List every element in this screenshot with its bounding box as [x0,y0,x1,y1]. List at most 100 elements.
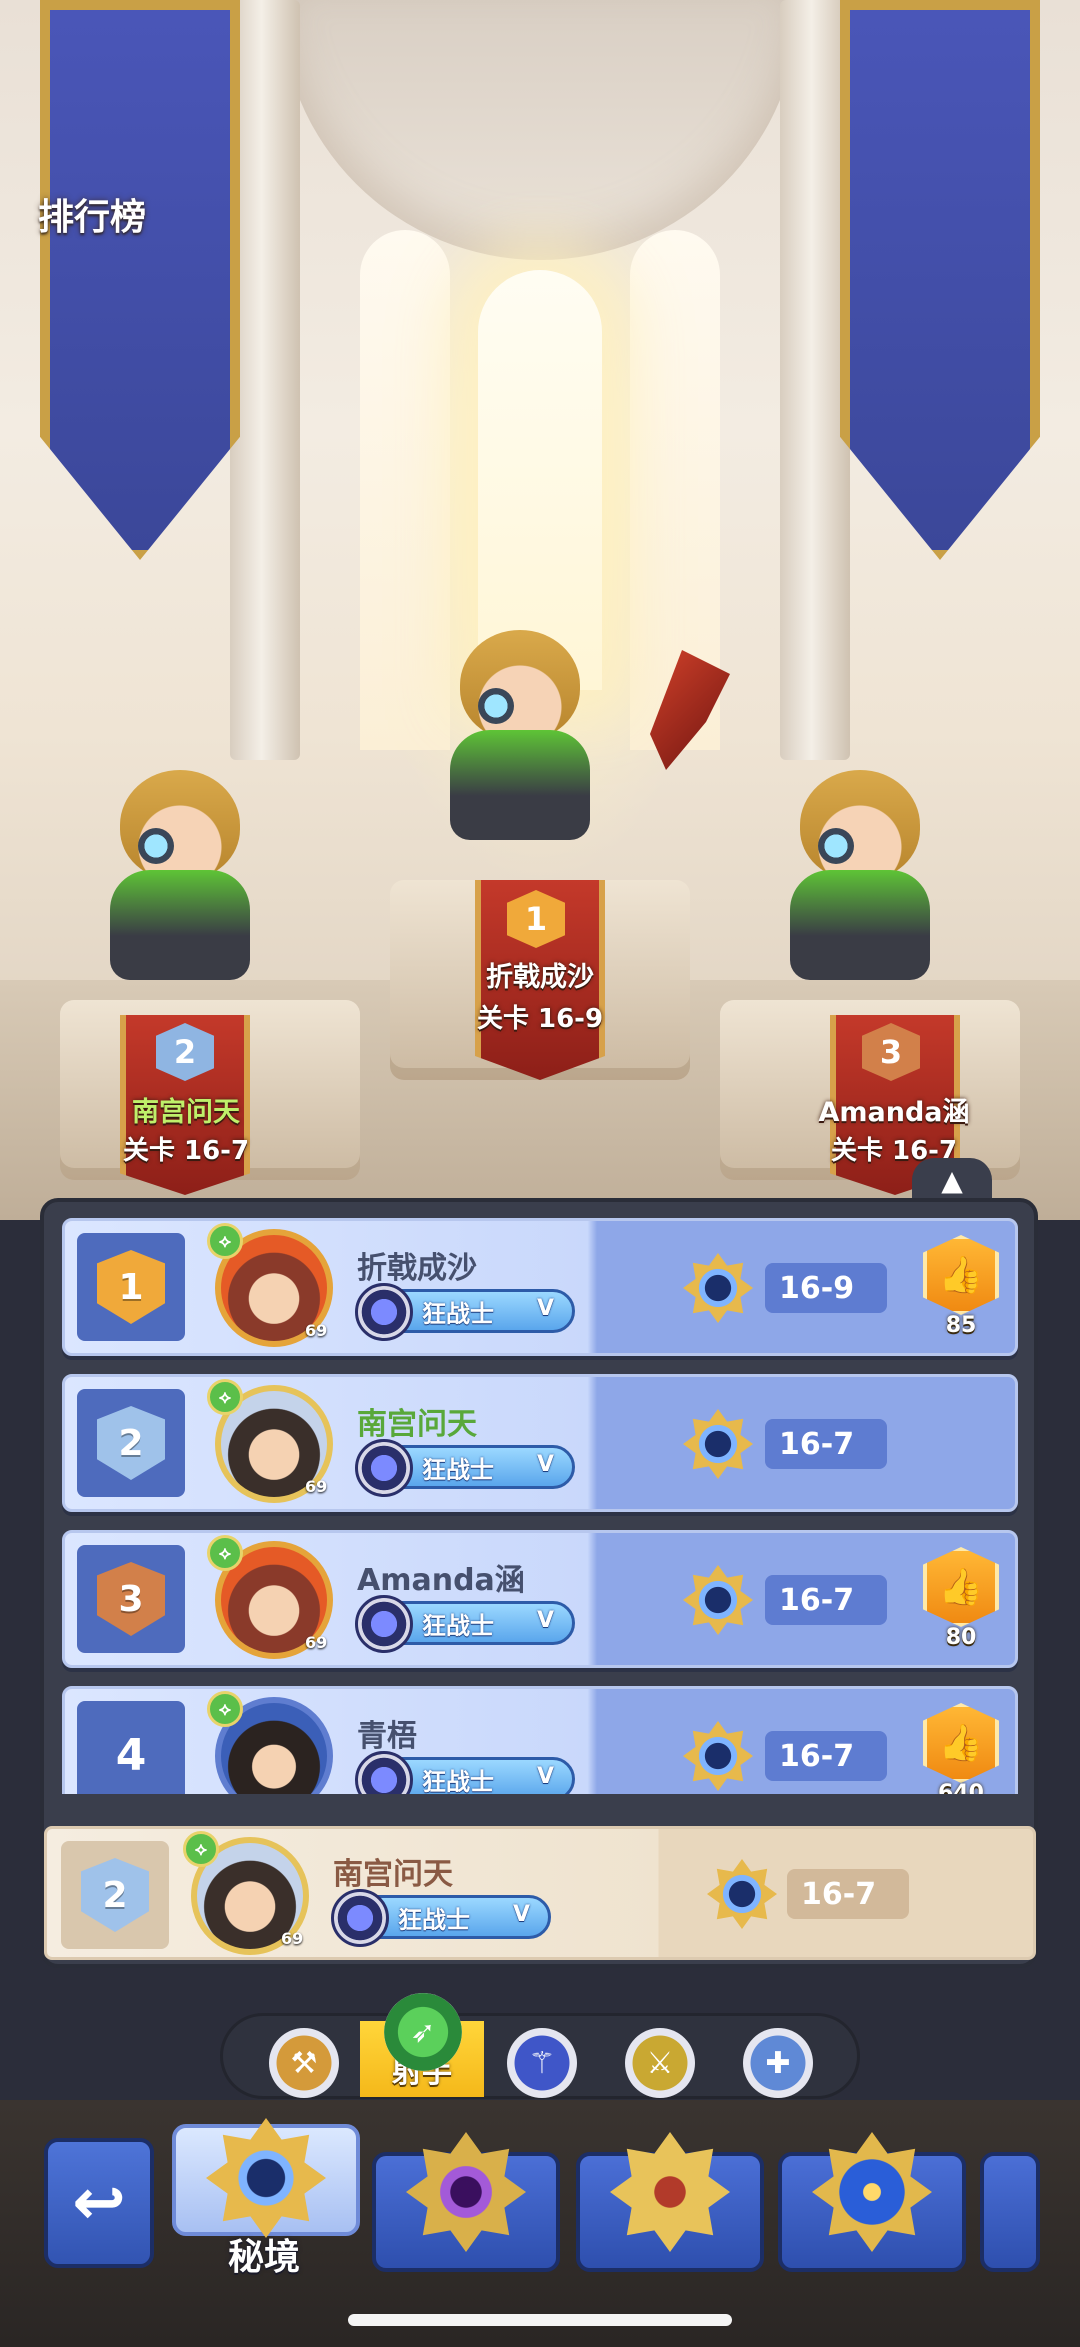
podium-name-second: 南宫问天 [132,1097,240,1128]
mode-tab-compass[interactable] [778,2132,966,2272]
right-banner [840,0,1040,560]
stage-value: 16-9 [765,1263,887,1313]
table-row[interactable]: 3 ⟡ 69 Amanda涵 狂战士 V 16-7 👍 80 [62,1530,1018,1668]
secret-realm-icon [683,1253,753,1323]
beast-crest-icon [355,1283,413,1341]
crown-emblem-icon [610,2132,730,2252]
chevron-up-icon: ▲ [941,1163,963,1197]
class-label: 狂战士 [422,1767,494,1795]
hero-second[interactable] [80,770,280,1000]
class-filter-bar: ⚒ ⚚ ⚔ ✚ [220,2013,860,2099]
rank-box: 2 [61,1841,169,1949]
class-label: 狂战士 [422,1455,494,1484]
bow-class-icon: ⟡ [183,1831,219,1867]
hero-body [110,870,250,980]
bow-class-icon: ⟡ [207,1379,243,1415]
rank-badge: 2 [97,1406,165,1480]
like-button[interactable]: 👍 [923,1547,999,1627]
table-row[interactable]: 4 ⟡ 青梧 狂战士 V 16-7 👍 640 [62,1686,1018,1794]
like-count: 640 [938,1781,984,1794]
bow-icon[interactable]: ➶ [384,1993,462,2071]
cross-icon[interactable]: ✚ [743,2028,813,2098]
sword-icon[interactable]: ⚔ [625,2028,695,2098]
pillar [780,0,850,760]
secret-realm-icon [707,1859,777,1929]
compass-emblem-icon [812,2132,932,2252]
like-count: 85 [945,1313,977,1338]
player-level: 69 [305,1633,328,1652]
thumbs-up-icon: 👍 [938,1723,984,1764]
like-button[interactable]: 👍 [923,1703,999,1783]
player-name: 南宫问天 [333,1857,453,1892]
beast-crest-icon [331,1889,389,1947]
player-level: 69 [305,1321,328,1340]
mode-tab-purple-gem[interactable] [372,2132,560,2272]
hero-head [460,630,580,740]
hero-first[interactable] [420,630,730,860]
stage-value: 16-7 [787,1869,909,1919]
page-title: 排行榜 [38,197,147,238]
secret-realm-icon [683,1721,753,1791]
hero-head [800,770,920,880]
rank-box: 1 [77,1233,185,1341]
rank-badge: 2 [81,1858,149,1932]
mode-tab-partial[interactable] [980,2152,1040,2272]
mode-tab-secret-realm[interactable] [172,2118,360,2238]
player-level: 69 [305,1477,328,1496]
like-button[interactable]: 👍 [923,1235,999,1315]
stage-value: 16-7 [765,1731,887,1781]
home-indicator [348,2314,732,2326]
class-tier: V [512,1902,530,1927]
mode-tab-crown[interactable] [576,2132,764,2272]
podium-scene: 1 折戟成沙 关卡 16-9 2 南宫问天 关卡 16-7 3 Amanda涵 … [0,0,1080,1220]
rank-badge: 1 [97,1250,165,1324]
podium-stage-first: 关卡 16-9 [476,1004,604,1034]
collapse-toggle-button[interactable]: ▲ [912,1158,992,1202]
leaderboard-list[interactable]: 1 ⟡ 69 折戟成沙 狂战士 V 16-9 👍 85 2 ⟡ 69 南宫问天 … [62,1218,1018,1794]
purple-gem-emblem-icon [406,2132,526,2252]
dome [280,0,800,260]
thumbs-up-icon: 👍 [938,1255,984,1296]
class-label: 狂战士 [422,1299,494,1328]
realm-emblem-icon [206,2118,326,2238]
podium-stage-second: 关卡 16-7 [122,1136,250,1166]
stage-value: 16-7 [765,1575,887,1625]
secret-realm-icon [683,1565,753,1635]
bow-class-icon: ⟡ [207,1691,243,1727]
left-banner [40,0,240,560]
class-tier: V [536,1608,554,1633]
like-count: 80 [945,1625,977,1650]
my-rank-row[interactable]: 2 ⟡ 69 南宫问天 狂战士 V 16-7 [44,1826,1036,1960]
hero-body [790,870,930,980]
rank-box: 4 [77,1701,185,1794]
hero-body [450,730,590,840]
player-level: 69 [281,1929,304,1948]
table-row[interactable]: 1 ⟡ 69 折戟成沙 狂战士 V 16-9 👍 85 [62,1218,1018,1356]
class-label: 狂战士 [422,1611,494,1640]
player-name: Amanda涵 [357,1563,525,1598]
pillar [230,0,300,760]
bow-class-icon: ⟡ [207,1223,243,1259]
class-label: 狂战士 [398,1905,470,1934]
mode-label-active: 秘境 [227,2237,300,2278]
hero-goggle [478,688,514,724]
rank-box: 2 [77,1389,185,1497]
beast-crest-icon [355,1595,413,1653]
staff-icon[interactable]: ⚚ [507,2028,577,2098]
hero-goggle [138,828,174,864]
stage-value: 16-7 [765,1419,887,1469]
hero-goggle [818,828,854,864]
class-tier: V [536,1452,554,1477]
player-name: 南宫问天 [357,1407,477,1442]
hero-head [120,770,240,880]
table-row[interactable]: 2 ⟡ 69 南宫问天 狂战士 V 16-7 [62,1374,1018,1512]
class-tier: V [536,1296,554,1321]
rank-badge: 3 [97,1562,165,1636]
class-tier: V [536,1764,554,1789]
back-button[interactable]: ↩ [44,2138,154,2268]
rank-number: 4 [115,1729,147,1781]
hero-third[interactable] [760,770,960,1000]
axe-icon[interactable]: ⚒ [269,2028,339,2098]
podium-name-first: 折戟成沙 [486,962,594,993]
player-name: 折戟成沙 [357,1251,477,1286]
